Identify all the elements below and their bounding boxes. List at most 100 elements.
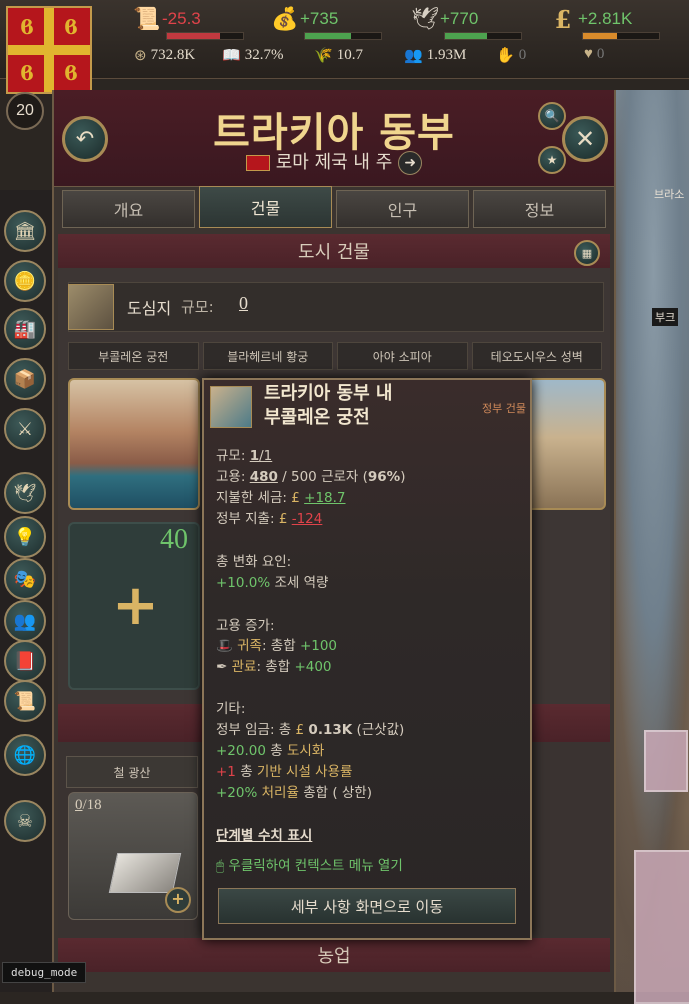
close-icon: ✕: [574, 125, 596, 153]
map-province-highlight[interactable]: [634, 850, 689, 1004]
resource-legitimacy[interactable]: 📜 -25.3: [132, 6, 244, 40]
close-button[interactable]: ✕: [562, 116, 608, 162]
add-building-slot[interactable]: 40 +: [68, 522, 200, 690]
tooltip-title-line2: 부콜레온 궁전: [264, 407, 370, 428]
stat-treasury[interactable]: ⊛ 732.8K: [134, 46, 195, 65]
boukoleon-palace-card[interactable]: [68, 378, 200, 510]
agriculture-header: 농업: [58, 938, 610, 972]
rank-badge[interactable]: 20: [6, 92, 44, 130]
label: 정부 지출:: [216, 511, 275, 527]
label: 고용:: [216, 469, 246, 485]
search-button[interactable]: 🔍: [538, 102, 566, 130]
arrow-right-icon[interactable]: ➜: [398, 151, 423, 175]
ledger-icon[interactable]: 📜: [4, 680, 46, 722]
stat-food[interactable]: 🌾 10.7: [314, 46, 363, 65]
government-icon[interactable]: 🏛: [4, 210, 46, 252]
grid-view-button[interactable]: ▦: [574, 240, 600, 266]
pct: 96%: [367, 469, 401, 485]
wheat-icon: 🌾: [314, 48, 333, 64]
panel-header: 트라키아 동부 로마 제국 내 주 ➜: [54, 90, 614, 187]
resource-gold[interactable]: 💰 +735: [270, 6, 382, 40]
money-bag-icon: 💰: [271, 6, 299, 31]
tier-values-link[interactable]: 단계별 수치 표시: [216, 824, 312, 844]
stat-military[interactable]: ✋ 0: [496, 46, 526, 65]
iron-mine-label[interactable]: 철 광산: [66, 756, 198, 788]
stat-value: 0: [518, 47, 527, 63]
value: +100: [299, 638, 338, 654]
resource-value: +770: [440, 9, 479, 28]
tab-info[interactable]: 정보: [473, 190, 606, 228]
tooltip-title-line1: 트라키아 동부 내: [264, 383, 393, 404]
population-icon[interactable]: 👥: [4, 600, 46, 642]
hint-text: 우클릭하여 컨텍스트 메뉴 열기: [228, 858, 403, 874]
undo-icon: ↶: [75, 126, 95, 152]
building-tabs: 부콜레온 궁전 블라헤르네 황궁 아야 소피아 테오도시우스 성벽: [68, 342, 602, 370]
economy-icon[interactable]: 🪙: [4, 260, 46, 302]
modifiers-header: 총 변화 요인:: [216, 554, 292, 570]
favorite-button[interactable]: ★: [538, 146, 566, 174]
flag-emblem-icon: ϐ: [64, 15, 78, 39]
province-subtitle: 로마 제국 내 주 ➜: [54, 148, 614, 175]
trade-icon[interactable]: 📦: [4, 358, 46, 400]
stat-population[interactable]: 👥 1.93M: [404, 46, 466, 65]
bow-icon: ✋: [496, 48, 515, 64]
text: 조세 역량: [274, 575, 329, 591]
building-tab-blachernae[interactable]: 블라헤르네 황궁: [202, 342, 333, 370]
stat-value: 10.7: [336, 47, 363, 63]
stat-value: 1.93M: [426, 47, 467, 63]
stat-literacy[interactable]: 📖 32.7%: [222, 46, 283, 65]
text: : 총합: [256, 659, 291, 675]
diplomacy-icon[interactable]: 🕊: [4, 472, 46, 514]
stat-value: 32.7%: [244, 47, 284, 63]
go-to-details-button[interactable]: 세부 사항 화면으로 이동: [218, 888, 516, 924]
other-header: 기타:: [216, 701, 246, 717]
scroll-icon: 📜: [133, 6, 161, 31]
capital-row[interactable]: 도심지 규모: 0: [68, 282, 604, 332]
production-icon[interactable]: 🏭: [4, 308, 46, 350]
building-tab-hagia-sophia[interactable]: 아야 소피아: [337, 342, 468, 370]
skull-icon[interactable]: ☠: [4, 800, 46, 842]
building-tab-theodosian-walls[interactable]: 테오도시우스 성벽: [471, 342, 602, 370]
value: +20.00: [216, 743, 266, 759]
resource-bar: [582, 32, 660, 40]
resource-value: +2.81K: [578, 9, 633, 28]
throughput-row: +20% 처리율 총합 ( 상한): [216, 781, 372, 801]
text-highlight: 기반 시설 사용률: [256, 764, 353, 780]
culture-icon[interactable]: 🎭: [4, 558, 46, 600]
military-icon[interactable]: ⚔: [4, 408, 46, 450]
stat-loyalty[interactable]: ♥ 0: [584, 46, 604, 63]
map-label-province[interactable]: 부크: [652, 308, 679, 326]
employment-row-nobles: 🎩 귀족: 총합 +100: [216, 634, 337, 654]
tab-overview[interactable]: 개요: [62, 190, 195, 228]
globe-icon[interactable]: 🌐: [4, 734, 46, 776]
resource-bar: [166, 32, 244, 40]
subtitle-text: 로마 제국 내 주: [275, 152, 393, 173]
tooltip-gov-spend: 정부 지출: £ -124: [216, 507, 322, 527]
journal-icon[interactable]: 📕: [4, 640, 46, 682]
back-button[interactable]: ↶: [62, 116, 108, 162]
resource-income[interactable]: £ +2.81K: [548, 5, 660, 40]
iron-mine-card[interactable]: 0/18 +: [68, 792, 198, 920]
stat-value: 732.8K: [150, 47, 196, 63]
tab-population[interactable]: 인구: [336, 190, 469, 228]
value: -124: [291, 511, 323, 527]
building-tab-boukoleon[interactable]: 부콜레온 궁전: [68, 342, 199, 370]
pound-icon: £: [291, 490, 300, 506]
tab-buildings[interactable]: 건물: [199, 186, 332, 228]
max: /1: [259, 448, 273, 464]
plus-icon: +: [171, 889, 185, 908]
rest: / 500 근로자 (: [277, 469, 368, 485]
iron-ingot-icon: [108, 853, 182, 893]
theodosian-walls-card[interactable]: [526, 378, 606, 510]
country-flag[interactable]: ϐ ϐ ϐ ϐ: [6, 6, 92, 94]
technology-icon[interactable]: 💡: [4, 516, 46, 558]
flag-emblem-icon: ϐ: [20, 15, 34, 39]
text: : 총합: [261, 638, 296, 654]
value: +18.7: [304, 490, 346, 506]
add-iron-mine-button[interactable]: +: [165, 887, 191, 913]
value: +20%: [216, 785, 258, 801]
map-province-highlight[interactable]: [644, 730, 688, 792]
resource-stability[interactable]: 🕊 +770: [410, 6, 522, 40]
dove-icon: 🕊: [411, 6, 439, 31]
map-label-city[interactable]: 브라소: [654, 186, 684, 202]
